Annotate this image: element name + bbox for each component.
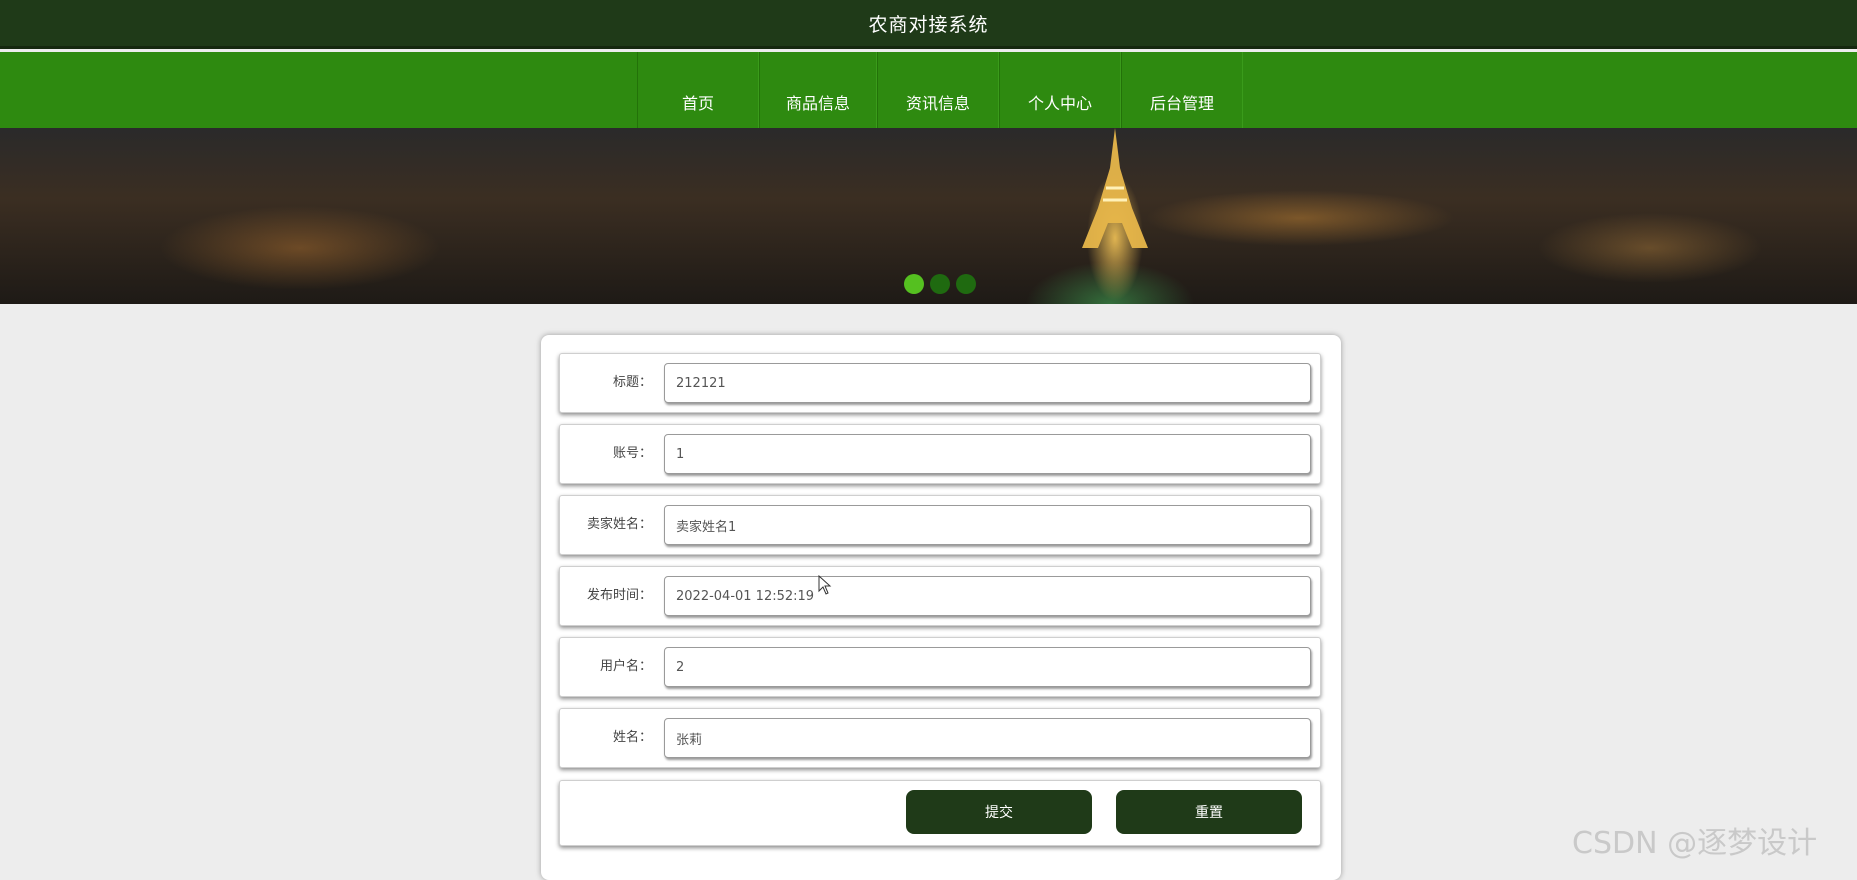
account-input[interactable] (664, 434, 1311, 474)
form-row-publish-time: 发布时间： (559, 566, 1321, 626)
username-input[interactable] (664, 647, 1311, 687)
form-row-username: 用户名： (559, 637, 1321, 697)
publish-time-input[interactable] (664, 576, 1311, 616)
nav-item-admin[interactable]: 后台管理 (1121, 52, 1243, 128)
submit-button[interactable]: 提交 (906, 790, 1092, 834)
carousel-dot-1[interactable] (904, 274, 924, 294)
form-row-seller-name: 卖家姓名： (559, 495, 1321, 555)
title-input[interactable] (664, 363, 1311, 403)
eiffel-tower-image (1082, 128, 1148, 248)
reset-button[interactable]: 重置 (1116, 790, 1302, 834)
title-label: 标题： (612, 375, 652, 390)
seller-name-input[interactable] (664, 505, 1311, 545)
form-row-title: 标题： (559, 353, 1321, 413)
form-actions: 提交 重置 (559, 780, 1321, 846)
nav-items: 首页 商品信息 资讯信息 个人中心 后台管理 (637, 52, 1243, 128)
nav-item-news[interactable]: 资讯信息 (877, 52, 999, 128)
nav-item-home[interactable]: 首页 (637, 52, 759, 128)
publish-time-label: 发布时间： (586, 588, 652, 603)
carousel-dot-2[interactable] (930, 274, 950, 294)
seller-name-label: 卖家姓名： (586, 517, 652, 532)
name-label: 姓名： (612, 730, 652, 745)
nav-item-personal-center[interactable]: 个人中心 (999, 52, 1121, 128)
nav-item-products[interactable]: 商品信息 (759, 52, 877, 128)
account-label: 账号： (612, 446, 652, 461)
carousel-dots (904, 274, 976, 294)
form-card: 标题： 账号： 卖家姓名： 发布时间： 用户名： 姓名： 提交 重置 (541, 335, 1341, 880)
form-row-account: 账号： (559, 424, 1321, 484)
form-row-name: 姓名： (559, 708, 1321, 768)
main-nav: 首页 商品信息 资讯信息 个人中心 后台管理 (0, 52, 1857, 128)
site-title: 农商对接系统 (868, 13, 989, 36)
name-input[interactable] (664, 718, 1311, 758)
mouse-cursor-icon (818, 575, 832, 595)
banner-carousel (0, 128, 1857, 304)
watermark: CSDN @逐梦设计 (1572, 826, 1818, 861)
top-header: 农商对接系统 (0, 0, 1857, 49)
carousel-dot-3[interactable] (956, 274, 976, 294)
username-label: 用户名： (599, 659, 652, 674)
